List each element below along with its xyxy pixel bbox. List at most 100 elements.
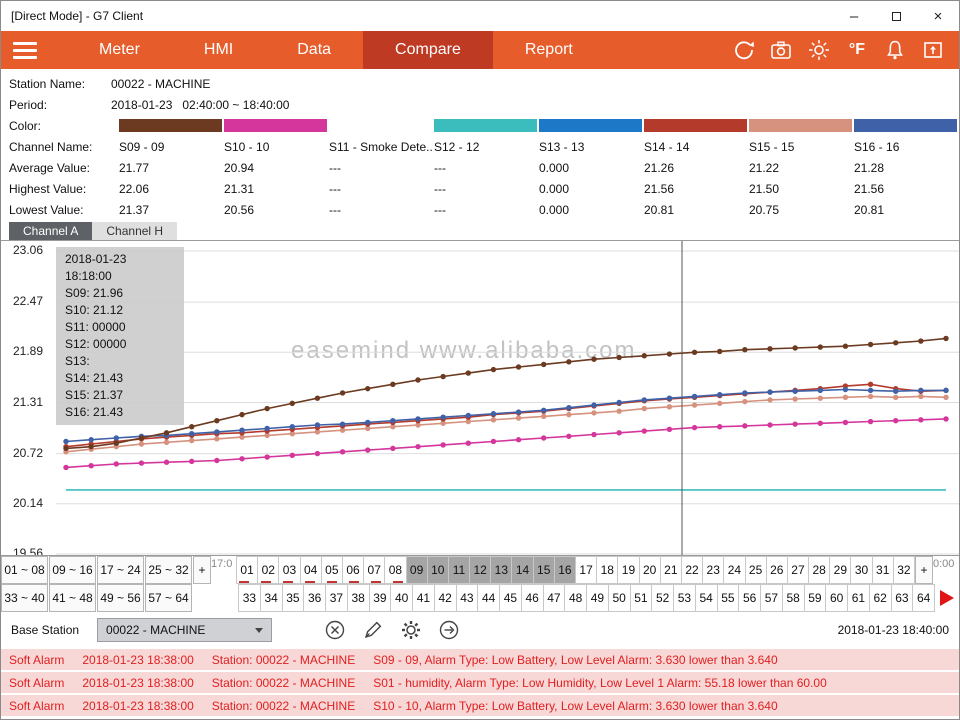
channel-number-05[interactable]: 05 (321, 556, 343, 584)
channel-number-60[interactable]: 60 (825, 584, 848, 612)
channel-number-09[interactable]: 09 (406, 556, 428, 584)
channel-number-61[interactable]: 61 (847, 584, 870, 612)
channel-number-26[interactable]: 26 (766, 556, 788, 584)
tab-channel-h[interactable]: Channel H (92, 222, 177, 240)
alarm-row[interactable]: Soft Alarm2018-01-23 18:38:00Station: 00… (1, 649, 959, 670)
channel-number-42[interactable]: 42 (434, 584, 457, 612)
channel-number-22[interactable]: 22 (681, 556, 703, 584)
channel-number-24[interactable]: 24 (723, 556, 745, 584)
channel-number-23[interactable]: 23 (702, 556, 724, 584)
channel-number-52[interactable]: 52 (651, 584, 674, 612)
settings-gear-icon[interactable] (400, 619, 422, 641)
channel-number-54[interactable]: 54 (695, 584, 718, 612)
channel-group-button[interactable]: 49 ~ 56 (97, 584, 144, 612)
add-group-button-left[interactable]: + (193, 556, 211, 584)
channel-number-59[interactable]: 59 (804, 584, 827, 612)
channel-number-55[interactable]: 55 (717, 584, 740, 612)
channel-number-21[interactable]: 21 (660, 556, 682, 584)
nav-item-compare[interactable]: Compare (363, 31, 493, 69)
clear-icon[interactable] (324, 619, 346, 641)
channel-group-button[interactable]: 25 ~ 32 (145, 556, 192, 584)
channel-number-16[interactable]: 16 (554, 556, 576, 584)
channel-number-29[interactable]: 29 (829, 556, 851, 584)
channel-number-34[interactable]: 34 (260, 584, 283, 612)
channel-number-46[interactable]: 46 (521, 584, 544, 612)
channel-number-20[interactable]: 20 (639, 556, 661, 584)
channel-number-15[interactable]: 15 (533, 556, 555, 584)
channel-number-04[interactable]: 04 (300, 556, 322, 584)
channel-number-64[interactable]: 64 (912, 584, 935, 612)
channel-number-25[interactable]: 25 (745, 556, 767, 584)
refresh-icon[interactable] (731, 38, 755, 62)
nav-item-data[interactable]: Data (265, 31, 363, 69)
brightness-icon[interactable] (807, 38, 831, 62)
menu-icon[interactable] (1, 31, 49, 69)
close-button[interactable]: × (917, 1, 959, 31)
channel-number-32[interactable]: 32 (893, 556, 915, 584)
channel-number-48[interactable]: 48 (564, 584, 587, 612)
channel-number-37[interactable]: 37 (325, 584, 348, 612)
channel-number-03[interactable]: 03 (278, 556, 300, 584)
channel-number-38[interactable]: 38 (347, 584, 370, 612)
nav-item-report[interactable]: Report (493, 31, 605, 69)
channel-number-31[interactable]: 31 (872, 556, 894, 584)
add-group-button-right[interactable]: + (915, 556, 933, 584)
channel-number-36[interactable]: 36 (303, 584, 326, 612)
capture-icon[interactable] (921, 38, 945, 62)
channel-number-13[interactable]: 13 (490, 556, 512, 584)
channel-number-43[interactable]: 43 (456, 584, 479, 612)
channel-number-57[interactable]: 57 (760, 584, 783, 612)
channel-number-06[interactable]: 06 (342, 556, 364, 584)
channel-number-18[interactable]: 18 (596, 556, 618, 584)
nav-item-hmi[interactable]: HMI (172, 31, 265, 69)
channel-number-40[interactable]: 40 (390, 584, 413, 612)
channel-number-33[interactable]: 33 (238, 584, 261, 612)
channel-number-07[interactable]: 07 (363, 556, 385, 584)
channel-number-01[interactable]: 01 (236, 556, 258, 584)
minimize-button[interactable]: – (833, 1, 875, 31)
channel-number-56[interactable]: 56 (738, 584, 761, 612)
channel-number-28[interactable]: 28 (808, 556, 830, 584)
edit-pencil-icon[interactable] (362, 619, 384, 641)
channel-number-58[interactable]: 58 (782, 584, 805, 612)
chart-plot[interactable] (56, 241, 959, 556)
channel-number-39[interactable]: 39 (369, 584, 392, 612)
alarm-row[interactable]: Soft Alarm2018-01-23 18:38:00Station: 00… (1, 672, 959, 693)
channel-number-44[interactable]: 44 (477, 584, 500, 612)
nav-item-meter[interactable]: Meter (67, 31, 172, 69)
channel-number-11[interactable]: 11 (448, 556, 470, 584)
channel-group-button[interactable]: 09 ~ 16 (49, 556, 96, 584)
tab-channel-a[interactable]: Channel A (9, 222, 92, 240)
channel-number-47[interactable]: 47 (543, 584, 566, 612)
channel-number-17[interactable]: 17 (575, 556, 597, 584)
base-station-dropdown[interactable]: 00022 - MACHINE (97, 618, 272, 642)
channel-number-08[interactable]: 08 (384, 556, 406, 584)
channel-number-12[interactable]: 12 (469, 556, 491, 584)
channel-group-button[interactable]: 33 ~ 40 (1, 584, 48, 612)
alarm-row[interactable]: Soft Alarm2018-01-23 18:38:00Station: 00… (1, 695, 959, 716)
channel-number-02[interactable]: 02 (257, 556, 279, 584)
channel-number-51[interactable]: 51 (630, 584, 653, 612)
channel-number-53[interactable]: 53 (673, 584, 696, 612)
channel-number-19[interactable]: 19 (617, 556, 639, 584)
channel-number-35[interactable]: 35 (282, 584, 305, 612)
channel-number-10[interactable]: 10 (427, 556, 449, 584)
fahrenheit-icon[interactable]: °F (845, 38, 869, 62)
channel-number-49[interactable]: 49 (586, 584, 609, 612)
channel-number-30[interactable]: 30 (850, 556, 872, 584)
channel-number-50[interactable]: 50 (608, 584, 631, 612)
channel-group-button[interactable]: 17 ~ 24 (97, 556, 144, 584)
channel-number-63[interactable]: 63 (891, 584, 914, 612)
next-page-button[interactable] (935, 584, 959, 612)
go-arrow-icon[interactable] (438, 619, 460, 641)
channel-number-27[interactable]: 27 (787, 556, 809, 584)
channel-number-62[interactable]: 62 (869, 584, 892, 612)
channel-number-41[interactable]: 41 (412, 584, 435, 612)
maximize-button[interactable] (875, 1, 917, 31)
channel-group-button[interactable]: 01 ~ 08 (1, 556, 48, 584)
alarm-bell-icon[interactable] (883, 38, 907, 62)
channel-number-14[interactable]: 14 (511, 556, 533, 584)
camera-icon[interactable] (769, 38, 793, 62)
channel-group-button[interactable]: 57 ~ 64 (145, 584, 192, 612)
channel-group-button[interactable]: 41 ~ 48 (49, 584, 96, 612)
